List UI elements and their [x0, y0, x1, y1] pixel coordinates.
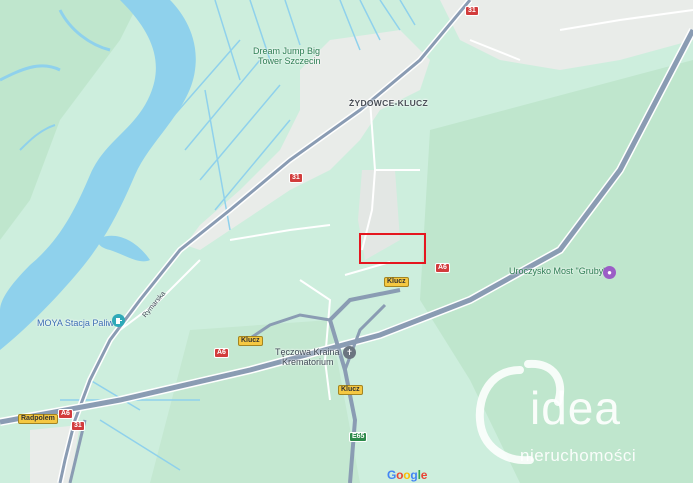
exit-sign-klucz-mid: Klucz — [238, 336, 263, 346]
google-logo-letter: e — [420, 468, 428, 482]
map-view[interactable]: Dream Jump Big Tower Szczecin ŻYDOWCE-KL… — [0, 0, 693, 483]
label-teczowa-kraina-line1[interactable]: Tęczowa Kraina — [275, 347, 340, 357]
road-shield-e65: E65 — [349, 432, 368, 442]
label-uroczysko-most-gruby[interactable]: Uroczysko Most "Gruby" — [509, 266, 606, 276]
watermark-brand: idea — [530, 382, 621, 434]
road-shield-31-mid: 31 — [289, 173, 303, 183]
exit-sign-klucz-east: Klucz — [384, 277, 409, 287]
exit-sign-radpolem: Radpolem — [18, 414, 58, 424]
road-shield-a6-mid: A6 — [214, 348, 229, 358]
watermark-subtitle: nieruchomości — [520, 446, 637, 465]
road-shield-31-bottom: 31 — [71, 421, 85, 431]
label-zydowce-klucz[interactable]: ŻYDOWCE-KLUCZ — [349, 98, 428, 108]
cemetery-icon[interactable]: ✝ — [343, 346, 356, 359]
hiking-icon[interactable]: ● — [603, 266, 616, 279]
road-shield-a6-west: A6 — [58, 409, 73, 419]
google-logo-letter: G — [387, 468, 397, 482]
label-moya-stacja-paliw[interactable]: MOYA Stacja Paliw — [37, 318, 114, 328]
label-dream-jump-line1[interactable]: Dream Jump Big — [253, 46, 320, 56]
fuel-station-icon[interactable] — [112, 314, 125, 327]
label-teczowa-kraina-line2[interactable]: Krematorium — [282, 357, 334, 367]
label-dream-jump-line2[interactable]: Tower Szczecin — [258, 56, 321, 66]
selected-plot-highlight — [359, 233, 426, 264]
road-shield-31-top: 31 — [465, 6, 479, 16]
google-logo: Google — [387, 468, 427, 482]
road-shield-a6-east: A6 — [435, 263, 450, 273]
google-logo-letter: g — [410, 468, 418, 482]
exit-sign-klucz-south: Klucz — [338, 385, 363, 395]
